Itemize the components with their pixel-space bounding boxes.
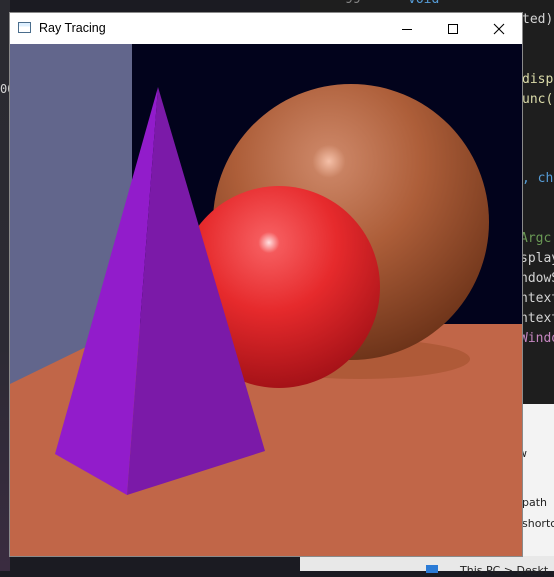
close-icon (493, 23, 505, 34)
code-line: , ch (522, 171, 554, 186)
render-canvas[interactable] (10, 44, 522, 556)
minimize-button[interactable] (384, 13, 430, 44)
code-line: Windo (520, 331, 554, 346)
code-line: splay (520, 251, 554, 266)
maximize-icon (448, 23, 458, 34)
code-line: ted) (522, 12, 554, 27)
minimize-icon (402, 28, 412, 30)
folder-icon (426, 565, 438, 573)
title-bar[interactable]: Ray Tracing (10, 13, 522, 44)
code-line: void (408, 0, 439, 7)
line-number: 99 (345, 0, 361, 7)
close-button[interactable] (476, 13, 522, 44)
code-line: Argc (520, 231, 552, 246)
rendered-scene (10, 44, 522, 556)
code-line: ntext (520, 291, 554, 306)
explorer-text: shortc (522, 517, 554, 530)
maximize-button[interactable] (430, 13, 476, 44)
code-line: unc( (522, 92, 554, 107)
app-window-icon (18, 22, 31, 33)
code-line: ntext (520, 311, 554, 326)
window-title: Ray Tracing (39, 21, 106, 35)
ray-tracing-window[interactable]: Ray Tracing (10, 13, 522, 556)
explorer-text: path (522, 496, 548, 509)
code-line: ndowS (520, 271, 554, 286)
code-line: displ (522, 72, 554, 87)
